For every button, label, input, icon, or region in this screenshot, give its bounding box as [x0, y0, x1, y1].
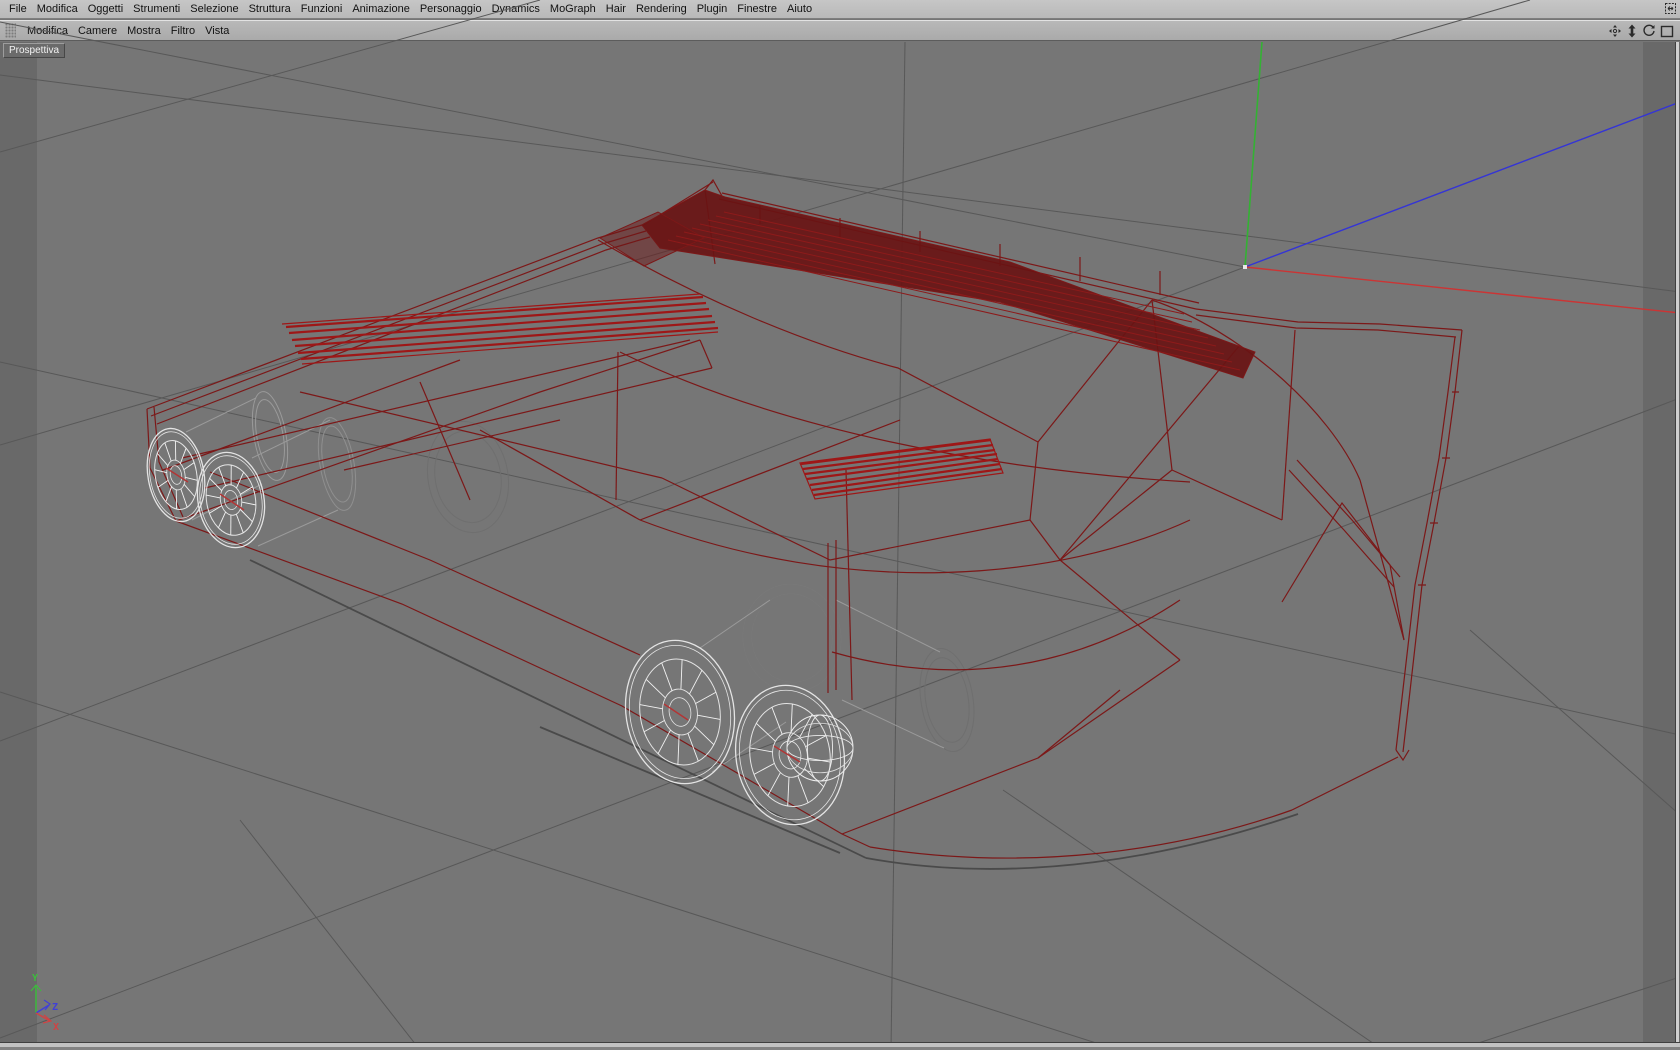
gizmo-axis-label-z: Z: [52, 1002, 58, 1013]
window-border-bottom: [0, 1042, 1680, 1050]
car-body-wireframe: [146, 178, 1463, 859]
car-suspension-accents: [165, 467, 801, 763]
gizmo-axis-label-y: Y: [32, 973, 38, 984]
ground-grid: [0, 0, 1680, 1050]
viewport-edge-shading: [0, 42, 1675, 1050]
car-louvers: [281, 293, 1004, 500]
world-axes: [1243, 41, 1680, 314]
viewport-label: Prospettiva: [3, 43, 66, 58]
window-border-right: [1675, 42, 1680, 1050]
viewport-canvas[interactable]: Y ZX: [0, 0, 1680, 1050]
car-far-wheel-cylinders: [185, 391, 975, 773]
perspective-viewport[interactable]: Y ZX Prospettiva: [0, 0, 1680, 1050]
application-window: File Modifica Oggetti Strumenti Selezione Str…: [0, 0, 1680, 1050]
gizmo-axis-label-x: X: [53, 1022, 59, 1033]
car-roof-panel: [598, 189, 1256, 379]
